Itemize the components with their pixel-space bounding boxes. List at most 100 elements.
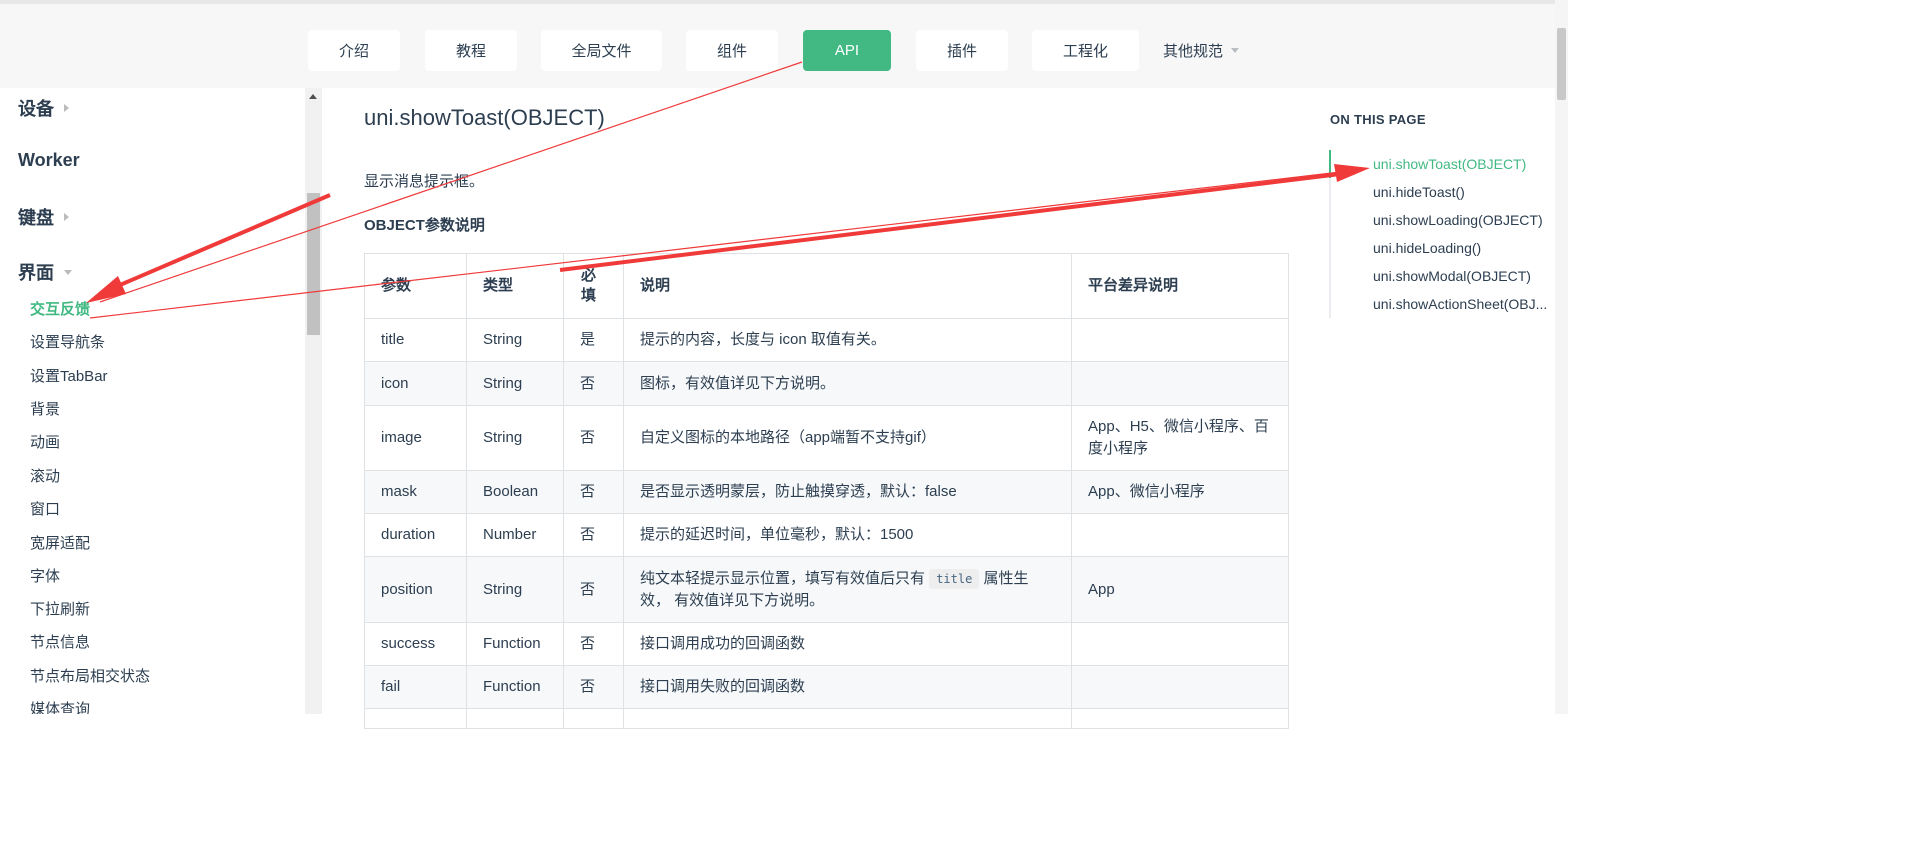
page-description: 显示消息提示框。: [364, 173, 485, 190]
sidebar-item-tabbar[interactable]: 设置TabBar: [30, 365, 108, 386]
sidebar-item-intersection[interactable]: 节点布局相交状态: [30, 665, 150, 686]
nav-tutorial[interactable]: 教程: [425, 30, 517, 71]
sidebar-item-window[interactable]: 窗口: [30, 498, 60, 519]
param-type: String: [466, 318, 564, 362]
param-required: 否: [563, 665, 624, 709]
chevron-right-icon: [64, 104, 69, 112]
param-name: fail: [364, 665, 467, 709]
param-platform: App、H5、微信小程序、百度小程序: [1071, 405, 1289, 471]
nav-api[interactable]: API: [803, 30, 891, 71]
scroll-up-arrow-icon[interactable]: [309, 94, 317, 99]
sidebar-group-keyboard[interactable]: 键盘: [18, 204, 69, 230]
param-name: title: [364, 318, 467, 362]
toc-item-show-loading[interactable]: uni.showLoading(OBJECT): [1373, 212, 1543, 228]
param-name: mask: [364, 470, 467, 514]
nav-global-files[interactable]: 全局文件: [541, 30, 662, 71]
param-platform: App: [1071, 556, 1289, 623]
sidebar-item-widescreen[interactable]: 宽屏适配: [30, 532, 90, 553]
param-desc: 提示的延迟时间，单位毫秒，默认：1500: [623, 513, 1072, 557]
sidebar-item-node-info[interactable]: 节点信息: [30, 631, 90, 652]
sidebar-scrollbar[interactable]: [305, 88, 322, 714]
toc-item-hide-toast[interactable]: uni.hideToast(): [1373, 184, 1465, 200]
chevron-down-icon: [1231, 48, 1240, 53]
sidebar-group-label: 键盘: [18, 208, 54, 228]
table-cell: [623, 708, 1072, 729]
param-name: success: [364, 622, 467, 666]
param-required: 否: [563, 405, 624, 471]
toc-item-show-modal[interactable]: uni.showModal(OBJECT): [1373, 268, 1531, 284]
table-header: 说明: [623, 253, 1072, 319]
toc-title: ON THIS PAGE: [1330, 112, 1426, 127]
table-row: icon String 否 图标，有效值详见下方说明。: [364, 361, 1289, 406]
param-type: Number: [466, 513, 564, 557]
param-required: 否: [563, 513, 624, 557]
nav-intro[interactable]: 介绍: [308, 30, 400, 71]
param-type: Function: [466, 622, 564, 666]
param-name: icon: [364, 361, 467, 406]
params-table: 参数 类型 必填 说明 平台差异说明 title String 是 提示的内容，…: [364, 253, 1289, 729]
toc-item-show-toast[interactable]: uni.showToast(OBJECT): [1373, 156, 1526, 172]
nav-other-specs-label: 其他规范: [1163, 43, 1224, 60]
param-desc-text: 纯文本轻提示显示位置，填写有效值后只有: [640, 569, 926, 587]
sidebar-group-label: Worker: [18, 150, 80, 170]
sidebar-item-font[interactable]: 字体: [30, 565, 60, 586]
param-desc: 是否显示透明蒙层，防止触摸穿透，默认：false: [623, 470, 1072, 514]
sidebar-group-device[interactable]: 设备: [18, 95, 69, 121]
sidebar: 设备 Worker 键盘 界面 交互反馈 设置导航条 设置TabBar 背景 动…: [0, 88, 305, 714]
toc-item-show-action-sheet[interactable]: uni.showActionSheet(OBJ...: [1373, 296, 1547, 312]
inline-code: title: [929, 568, 980, 589]
sidebar-item-pull-refresh[interactable]: 下拉刷新: [30, 598, 90, 619]
table-row: image String 否 自定义图标的本地路径（app端暂不支持gif） A…: [364, 405, 1289, 471]
param-name: duration: [364, 513, 467, 557]
page-scrollbar[interactable]: [1555, 0, 1568, 714]
sidebar-group-label: 设备: [18, 99, 54, 119]
param-platform: [1071, 361, 1289, 406]
param-platform: [1071, 513, 1289, 557]
param-type: Function: [466, 665, 564, 709]
table-cell: [364, 708, 467, 729]
top-navbar: 介绍 教程 全局文件 组件 API 插件 工程化 其他规范: [0, 0, 1568, 88]
sidebar-item-background[interactable]: 背景: [30, 398, 60, 419]
param-type: String: [466, 361, 564, 406]
section-title: OBJECT参数说明: [364, 217, 485, 234]
param-desc: 自定义图标的本地路径（app端暂不支持gif）: [623, 405, 1072, 471]
sidebar-item-animation[interactable]: 动画: [30, 431, 60, 452]
sidebar-item-interaction-feedback[interactable]: 交互反馈: [30, 298, 90, 319]
table-row: title String 是 提示的内容，长度与 icon 取值有关。: [364, 318, 1289, 362]
param-name: position: [364, 556, 467, 623]
table-header: 平台差异说明: [1071, 253, 1289, 319]
param-type: String: [466, 556, 564, 623]
table-header: 类型: [466, 253, 564, 319]
param-type: String: [466, 405, 564, 471]
sidebar-item-media-query[interactable]: 媒体查询: [30, 698, 90, 714]
table-row: duration Number 否 提示的延迟时间，单位毫秒，默认：1500: [364, 513, 1289, 557]
annotation-arrowhead: [1334, 164, 1370, 182]
page-scrollbar-thumb[interactable]: [1557, 28, 1566, 100]
toc-active-indicator: [1329, 150, 1331, 178]
sidebar-group-ui[interactable]: 界面: [18, 259, 72, 285]
sidebar-item-scroll[interactable]: 滚动: [30, 465, 60, 486]
nav-other-specs[interactable]: 其他规范: [1163, 30, 1253, 71]
nav-components[interactable]: 组件: [686, 30, 778, 71]
param-required: 否: [563, 361, 624, 406]
nav-plugins[interactable]: 插件: [916, 30, 1008, 71]
param-required: 是: [563, 318, 624, 362]
chevron-down-icon: [64, 269, 72, 275]
sidebar-group-label: 界面: [18, 263, 54, 283]
table-header: 必填: [563, 253, 624, 319]
table-row: fail Function 否 接口调用失败的回调函数: [364, 665, 1289, 709]
nav-engineering[interactable]: 工程化: [1032, 30, 1139, 71]
param-desc: 图标，有效值详见下方说明。: [623, 361, 1072, 406]
table-header: 参数: [364, 253, 467, 319]
table-row: mask Boolean 否 是否显示透明蒙层，防止触摸穿透，默认：false …: [364, 470, 1289, 514]
param-required: 否: [563, 556, 624, 623]
table-cell: [466, 708, 564, 729]
sidebar-item-navigation-bar[interactable]: 设置导航条: [30, 331, 105, 352]
sidebar-group-worker[interactable]: Worker: [18, 150, 80, 171]
param-desc: 提示的内容，长度与 icon 取值有关。: [623, 318, 1072, 362]
chevron-right-icon: [64, 213, 69, 221]
toc-item-hide-loading[interactable]: uni.hideLoading(): [1373, 240, 1481, 256]
sidebar-scrollbar-thumb[interactable]: [307, 193, 320, 335]
table-header-row: 参数 类型 必填 说明 平台差异说明: [364, 253, 1289, 319]
param-platform: App、微信小程序: [1071, 470, 1289, 514]
